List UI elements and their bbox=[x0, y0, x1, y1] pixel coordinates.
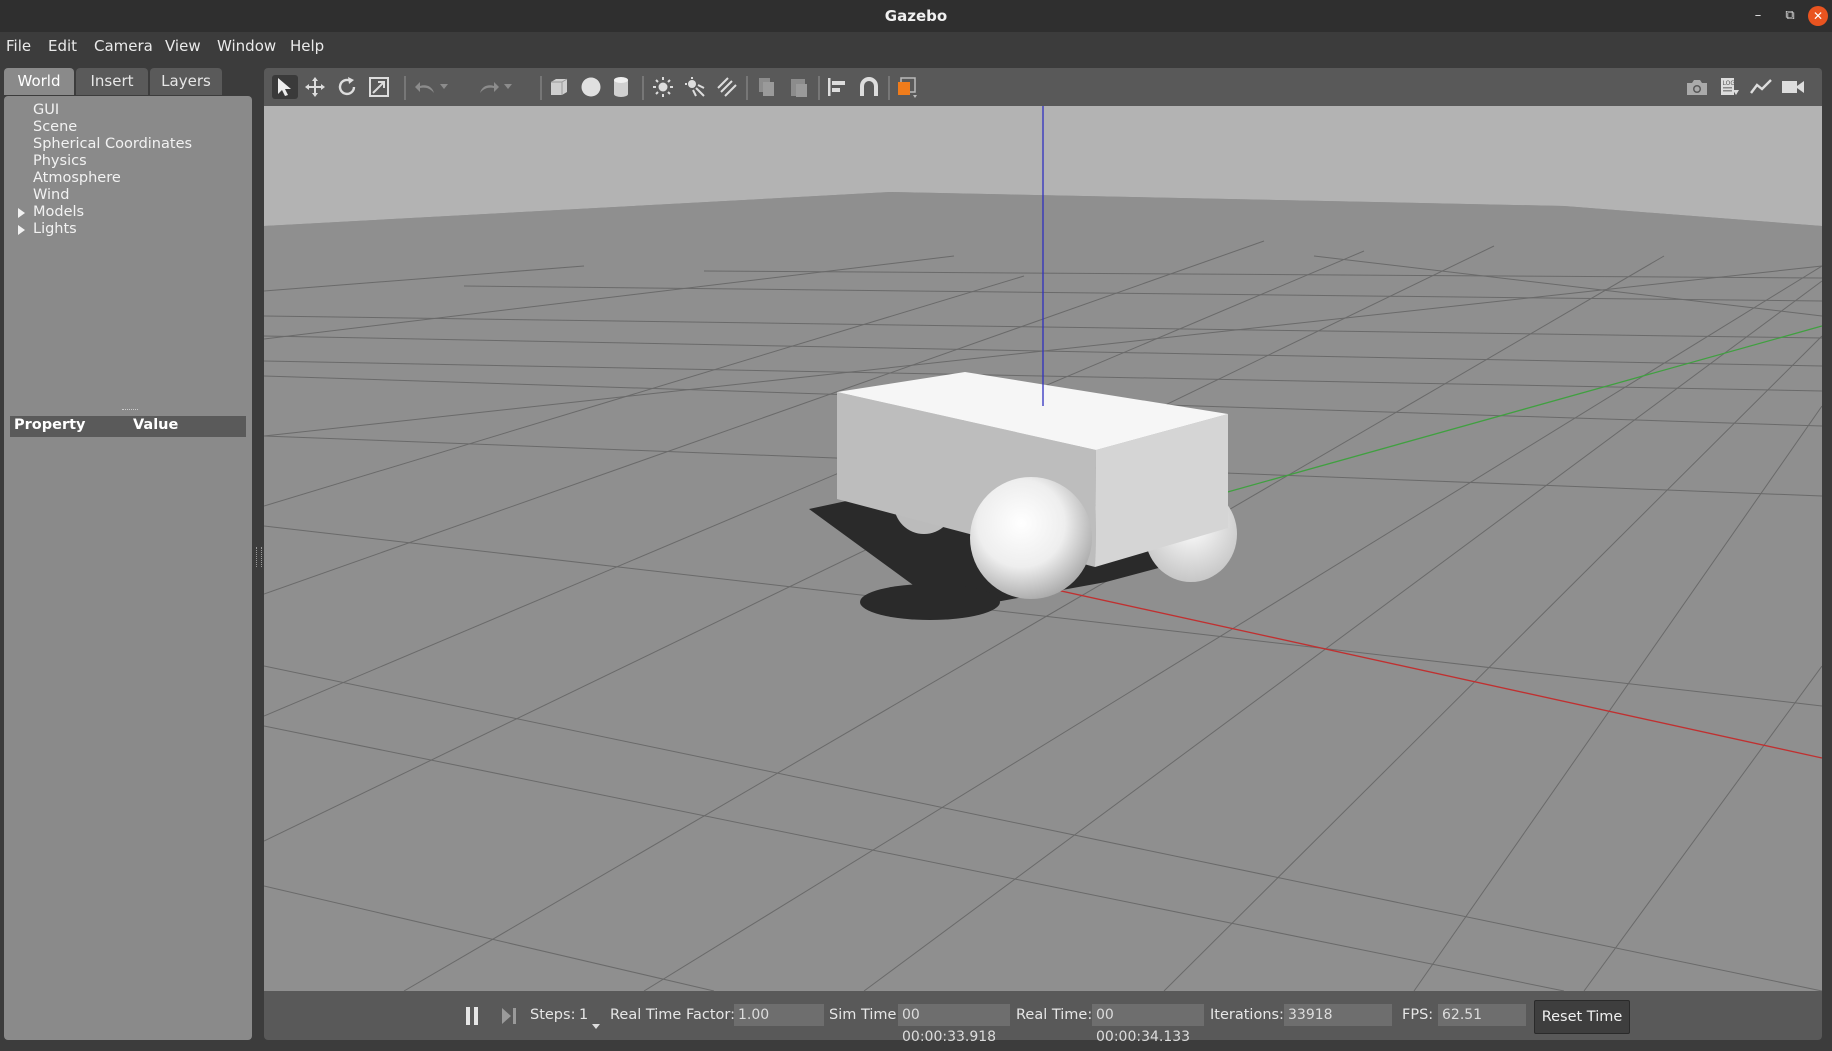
video-record-icon[interactable] bbox=[1780, 75, 1806, 99]
undo-icon[interactable] bbox=[412, 75, 438, 99]
sim-time-label: Sim Time: bbox=[829, 1007, 902, 1023]
menu-file[interactable]: File bbox=[6, 37, 31, 55]
sphere-shape-icon[interactable] bbox=[578, 75, 604, 99]
tree-item-physics[interactable]: Physics bbox=[33, 153, 87, 169]
toolbar: LOG bbox=[264, 68, 1822, 106]
real-time-factor-field: 1.00 bbox=[734, 1004, 824, 1026]
tab-world[interactable]: World bbox=[4, 68, 74, 95]
close-icon[interactable]: ✕ bbox=[1808, 6, 1828, 26]
real-time-label: Real Time: bbox=[1016, 1007, 1093, 1023]
tree-item-wind[interactable]: Wind bbox=[33, 187, 69, 203]
maximize-icon[interactable]: ⧉ bbox=[1780, 6, 1800, 26]
reset-time-button[interactable]: Reset Time bbox=[1534, 1000, 1630, 1034]
fps-label: FPS: bbox=[1402, 1007, 1434, 1023]
rotate-mode-icon[interactable] bbox=[334, 75, 360, 99]
scene-render[interactable] bbox=[264, 106, 1822, 991]
toolbar-separator bbox=[642, 76, 644, 100]
wheel-shadow bbox=[860, 584, 1000, 620]
tree-item-scene[interactable]: Scene bbox=[33, 119, 77, 135]
copy-icon[interactable] bbox=[754, 75, 780, 99]
window-title: Gazebo bbox=[884, 7, 948, 25]
real-time-factor-label: Real Time Factor: bbox=[610, 1007, 735, 1023]
steps-value[interactable]: 1 bbox=[579, 1007, 588, 1023]
toolbar-separator bbox=[746, 76, 748, 100]
tree-item-gui[interactable]: GUI bbox=[33, 102, 59, 118]
menu-camera[interactable]: Camera bbox=[94, 37, 153, 55]
toolbar-separator bbox=[540, 76, 542, 100]
minimize-icon[interactable]: – bbox=[1748, 6, 1768, 26]
box-shape-icon[interactable] bbox=[546, 75, 572, 99]
scene-viewport[interactable] bbox=[264, 106, 1822, 991]
select-mode-icon[interactable] bbox=[272, 75, 298, 99]
redo-history-icon[interactable] bbox=[502, 75, 514, 99]
log-icon[interactable]: LOG bbox=[1716, 75, 1742, 99]
plot-icon[interactable] bbox=[1748, 75, 1774, 99]
title-bar: Gazebo – ⧉ ✕ bbox=[0, 0, 1832, 32]
svg-text:LOG: LOG bbox=[1723, 80, 1736, 87]
directional-light-icon[interactable] bbox=[714, 75, 740, 99]
steps-label: Steps: bbox=[530, 1007, 576, 1023]
point-light-icon[interactable] bbox=[650, 75, 676, 99]
sim-time-field: 00 00:00:33.918 bbox=[898, 1004, 1010, 1045]
paste-icon[interactable] bbox=[786, 75, 812, 99]
snap-icon[interactable] bbox=[856, 75, 882, 99]
toolbar-separator bbox=[404, 76, 406, 100]
translate-mode-icon[interactable] bbox=[302, 75, 328, 99]
menu-window[interactable]: Window bbox=[217, 37, 276, 55]
real-time-field: 00 00:00:34.133 bbox=[1092, 1004, 1204, 1045]
tree-item-models[interactable]: Models bbox=[33, 204, 84, 220]
property-column-header: Property bbox=[14, 417, 86, 433]
redo-icon[interactable] bbox=[476, 75, 502, 99]
align-icon[interactable] bbox=[824, 75, 850, 99]
tab-insert[interactable]: Insert bbox=[76, 68, 148, 95]
menu-view[interactable]: View bbox=[165, 37, 201, 55]
tree-item-spherical-coordinates[interactable]: Spherical Coordinates bbox=[33, 136, 192, 152]
step-icon[interactable] bbox=[500, 1006, 518, 1026]
fps-field: 62.51 bbox=[1438, 1004, 1526, 1026]
wheel-left-front bbox=[970, 477, 1092, 599]
property-table-header: Property Value bbox=[10, 416, 246, 437]
tree-item-atmosphere[interactable]: Atmosphere bbox=[33, 170, 121, 186]
menu-edit[interactable]: Edit bbox=[48, 37, 77, 55]
spot-light-icon[interactable] bbox=[682, 75, 708, 99]
value-column-header: Value bbox=[133, 417, 179, 433]
menu-help[interactable]: Help bbox=[290, 37, 324, 55]
pause-icon[interactable] bbox=[464, 1006, 480, 1026]
tab-layers[interactable]: Layers bbox=[150, 68, 222, 95]
cylinder-shape-icon[interactable] bbox=[608, 75, 634, 99]
chevron-down-icon[interactable] bbox=[592, 1015, 600, 1033]
view-angle-icon[interactable] bbox=[894, 75, 920, 99]
scale-mode-icon[interactable] bbox=[366, 75, 392, 99]
tree-expand-arrow-icon[interactable] bbox=[18, 225, 25, 235]
panel-splitter[interactable] bbox=[122, 409, 138, 412]
tree-expand-arrow-icon[interactable] bbox=[18, 208, 25, 218]
iterations-field: 33918 bbox=[1284, 1004, 1392, 1026]
tree-item-lights[interactable]: Lights bbox=[33, 221, 77, 237]
menu-bar: File Edit Camera View Window Help bbox=[0, 32, 1832, 62]
simulation-status-bar: Steps: 1 Real Time Factor: 1.00 Sim Time… bbox=[264, 991, 1822, 1045]
iterations-label: Iterations: bbox=[1210, 1007, 1284, 1023]
screenshot-icon[interactable] bbox=[1684, 75, 1710, 99]
toolbar-separator bbox=[888, 76, 890, 100]
world-panel: GUI Scene Spherical Coordinates Physics Atmo… bbox=[4, 96, 252, 1040]
toolbar-separator bbox=[818, 76, 820, 100]
undo-history-icon[interactable] bbox=[438, 75, 450, 99]
side-panel-resize-handle[interactable] bbox=[256, 547, 262, 567]
